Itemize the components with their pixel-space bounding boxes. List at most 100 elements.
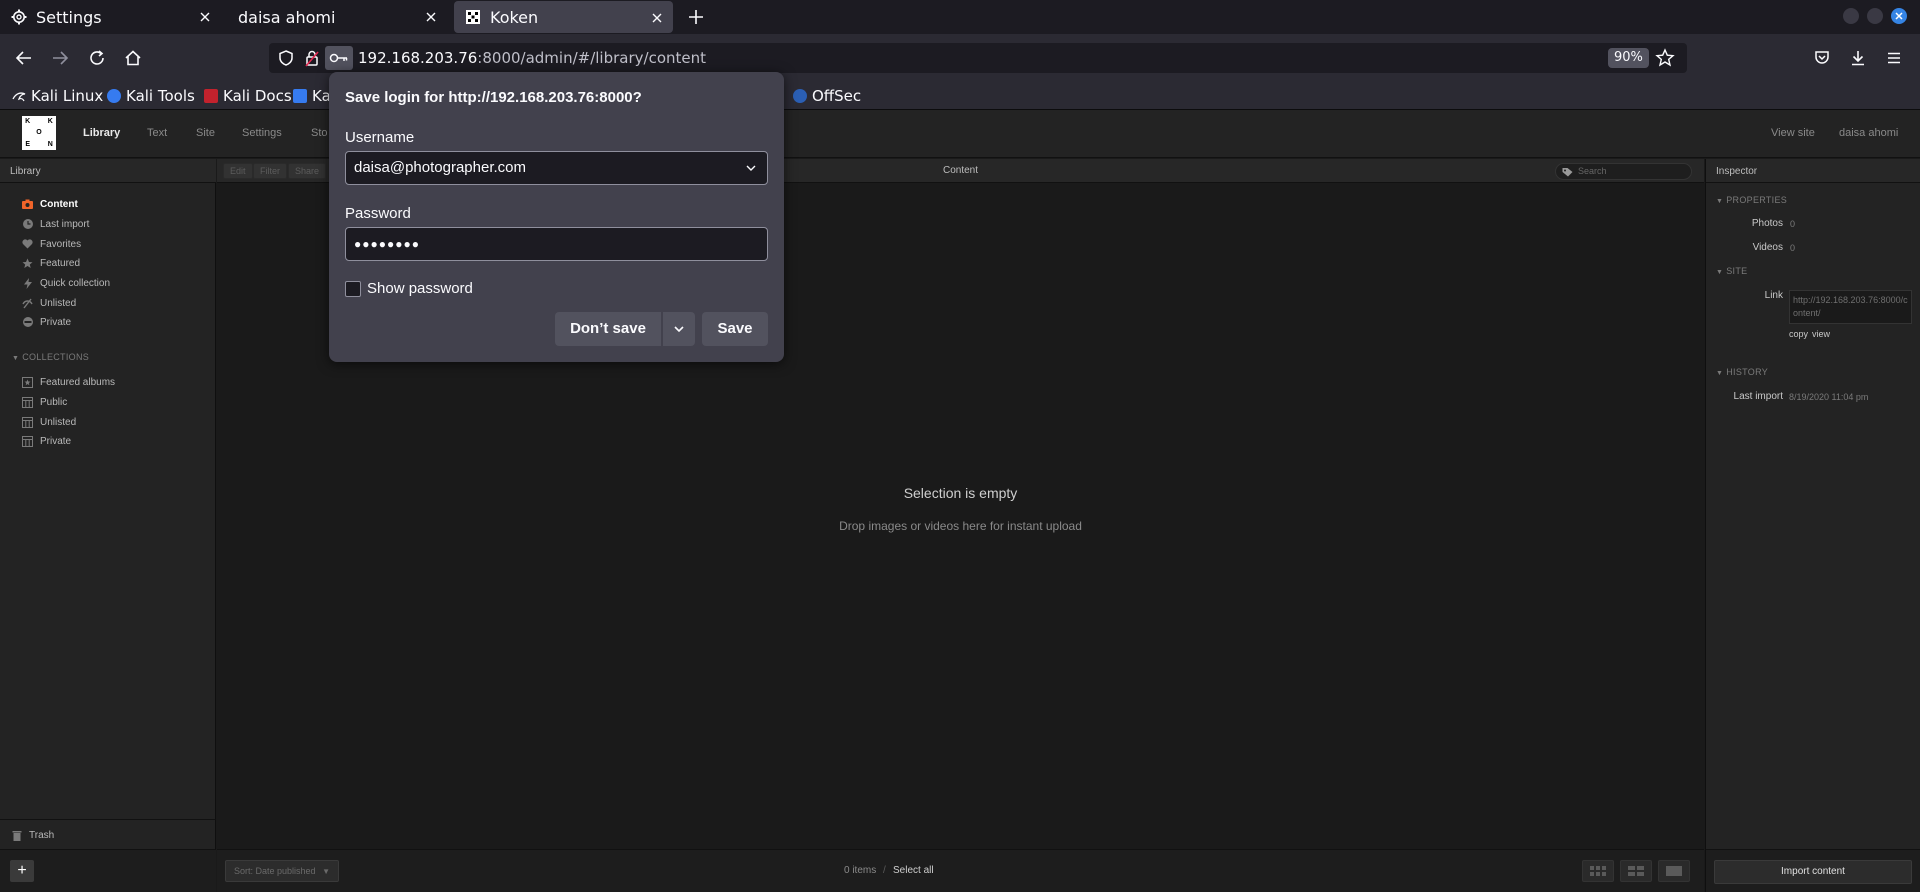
app-header: KK O EN Library Text Site Settings Sto V… (0, 110, 1920, 158)
link-label: Link (1764, 290, 1783, 301)
grid-single-view-button[interactable] (1658, 860, 1690, 882)
close-icon[interactable] (423, 9, 439, 25)
maximize-window-button[interactable] (1867, 8, 1883, 24)
url-text[interactable]: 192.168.203.76:8000/admin/#/library/cont… (358, 49, 706, 67)
pocket-icon[interactable] (1810, 46, 1834, 70)
bookmark-offsec[interactable]: OffSec (793, 85, 861, 107)
show-password-checkbox[interactable] (345, 281, 361, 297)
triangle-down-icon: ▼ (1716, 269, 1724, 276)
chevron-down-icon[interactable] (743, 160, 759, 176)
bookmark-kali-linux[interactable]: Kali Linux (12, 85, 103, 107)
copy-link[interactable]: copy (1789, 329, 1808, 339)
edit-button[interactable]: Edit (223, 163, 253, 179)
tab-settings[interactable]: Settings (0, 0, 221, 34)
dont-save-button[interactable]: Don’t save (555, 312, 661, 346)
collection-public[interactable]: Public (22, 394, 67, 410)
password-field[interactable]: ●●●●●●●● (345, 227, 768, 261)
view-site-link[interactable]: View site (1771, 127, 1815, 139)
close-icon[interactable] (649, 10, 665, 26)
reload-icon[interactable] (85, 46, 109, 70)
key-icon[interactable] (325, 46, 353, 70)
kali-docs-icon (204, 89, 218, 103)
search-input[interactable]: Search (1578, 166, 1678, 178)
koken-logo[interactable]: KK O EN (22, 116, 56, 150)
user-name-link[interactable]: daisa ahomi (1839, 127, 1898, 139)
library-item-content[interactable]: Content (22, 196, 78, 212)
add-button[interactable]: + (10, 860, 34, 882)
trash-item[interactable]: Trash (11, 827, 54, 843)
library-item-unlisted[interactable]: Unlisted (22, 295, 76, 311)
hamburger-menu-icon[interactable] (1882, 46, 1906, 70)
link-field[interactable]: http://192.168.203.76:8000/content/ (1789, 290, 1912, 324)
save-button[interactable]: Save (702, 312, 768, 346)
nav-site[interactable]: Site (196, 127, 215, 139)
import-content-button[interactable]: Import content (1714, 860, 1912, 884)
library-item-last-import[interactable]: Last import (22, 216, 89, 232)
nav-text[interactable]: Text (147, 127, 167, 139)
back-arrow-icon[interactable] (12, 46, 36, 70)
content-footer: Sort: Date published ▼ 0 items / Select … (217, 849, 1704, 892)
inspector-footer: Import content (1706, 849, 1920, 892)
forward-arrow-icon[interactable] (48, 46, 72, 70)
nav-store[interactable]: Sto (311, 127, 328, 139)
content-title: Content (943, 165, 979, 176)
grid-medium-view-button[interactable] (1620, 860, 1652, 882)
home-icon[interactable] (121, 46, 145, 70)
album-grid-icon (22, 396, 33, 408)
username-field[interactable]: daisa@photographer.com (345, 151, 768, 185)
tab-label: daisa ahomi (238, 7, 336, 27)
inspector-title: Inspector (1716, 166, 1758, 177)
tab-daisa-ahomi[interactable]: daisa ahomi (226, 0, 447, 34)
featured-album-icon (22, 376, 33, 388)
bookmark-kali-docs[interactable]: Kali Docs (204, 85, 292, 107)
collections-heading[interactable]: ▼ COLLECTIONS (12, 352, 89, 362)
photos-value: 0 (1790, 219, 1796, 229)
library-item-featured[interactable]: Featured (22, 255, 80, 271)
minimize-window-button[interactable] (1843, 8, 1859, 24)
library-item-quick-collection[interactable]: Quick collection (22, 275, 110, 291)
album-grid-icon (22, 435, 33, 447)
insecure-lock-icon[interactable] (303, 49, 321, 67)
site-heading[interactable]: ▼ SITE (1716, 266, 1747, 276)
nav-library[interactable]: Library (83, 127, 120, 139)
clock-icon (22, 219, 33, 230)
tab-label: Settings (36, 7, 102, 27)
heart-icon (22, 239, 33, 250)
select-all-link[interactable]: Select all (893, 865, 934, 876)
dont-save-menu-button[interactable] (663, 312, 695, 346)
library-item-private[interactable]: Private (22, 314, 71, 330)
library-title: Library (10, 166, 41, 177)
gear-icon (10, 8, 28, 26)
bookmark-kali-forums[interactable]: Ka (293, 85, 331, 107)
collection-unlisted[interactable]: Unlisted (22, 414, 76, 430)
view-link[interactable]: view (1812, 329, 1830, 339)
bookmark-star-icon[interactable] (1655, 48, 1675, 68)
bookmark-kali-tools[interactable]: Kali Tools (107, 85, 195, 107)
collection-private[interactable]: Private (22, 433, 71, 449)
kali-dragon-icon (12, 89, 26, 103)
tag-icon[interactable] (1562, 167, 1573, 177)
last-import-value: 8/19/2020 11:04 pm (1789, 392, 1869, 402)
tab-label: Koken (490, 7, 539, 27)
shield-icon[interactable] (277, 49, 295, 67)
history-heading[interactable]: ▼ HISTORY (1716, 367, 1768, 377)
close-icon[interactable] (197, 9, 213, 25)
share-button[interactable]: Share (288, 163, 327, 179)
library-item-favorites[interactable]: Favorites (22, 236, 81, 252)
sort-select[interactable]: Sort: Date published ▼ (225, 860, 339, 882)
nav-settings[interactable]: Settings (242, 127, 282, 139)
close-window-button[interactable] (1891, 8, 1907, 24)
collection-featured-albums[interactable]: Featured albums (22, 374, 115, 390)
url-bar[interactable]: 192.168.203.76:8000/admin/#/library/cont… (269, 43, 1687, 73)
new-tab-plus-icon[interactable] (686, 7, 706, 27)
koken-favicon-icon (464, 8, 482, 26)
zoom-level-badge[interactable]: 90% (1608, 48, 1649, 68)
videos-label: Videos (1752, 242, 1783, 253)
show-password-label[interactable]: Show password (367, 280, 473, 297)
chevron-down-icon (672, 322, 686, 336)
download-icon[interactable] (1846, 46, 1870, 70)
filter-button[interactable]: Filter (253, 163, 287, 179)
grid-large-view-button[interactable] (1582, 860, 1614, 882)
properties-heading[interactable]: ▼ PROPERTIES (1716, 195, 1787, 205)
tab-koken[interactable]: Koken (454, 1, 673, 33)
